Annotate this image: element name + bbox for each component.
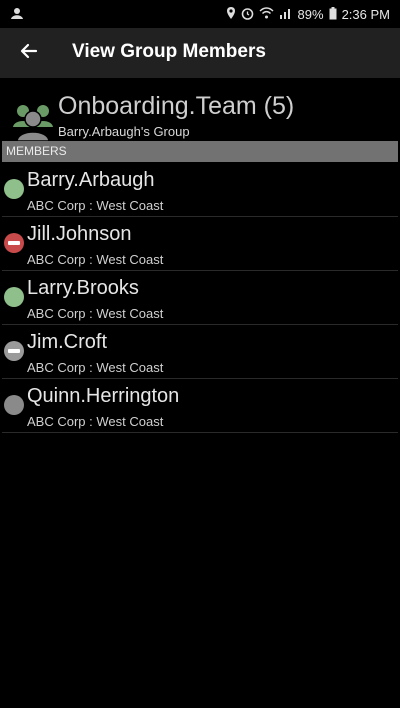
section-label: MEMBERS [6,144,67,158]
member-row[interactable]: Larry.Brooks ABC Corp : West Coast [2,271,398,325]
offline-icon [4,395,24,415]
member-org: ABC Corp : West Coast [27,252,164,267]
back-button[interactable] [14,38,44,68]
clock: 2:36 PM [341,7,390,22]
member-row[interactable]: Jill.Johnson ABC Corp : West Coast [2,217,398,271]
battery-percent: 89% [297,7,324,22]
status-indicators: 89% 2:36 PM [226,6,390,23]
member-name: Jill.Johnson [27,223,132,245]
member-org: ABC Corp : West Coast [27,414,164,429]
member-name: Quinn.Herrington [27,385,180,407]
online-icon [4,287,24,307]
member-name: Jim.Croft [27,331,107,353]
back-arrow-icon [20,42,38,65]
member-name: Barry.Arbaugh [27,169,155,191]
battery-icon [329,6,337,23]
group-owner: Barry.Arbaugh's Group [58,124,190,139]
alarm-icon [241,7,254,23]
members-section-header: MEMBERS [2,141,398,162]
member-org: ABC Corp : West Coast [27,360,164,375]
member-row[interactable]: Barry.Arbaugh ABC Corp : West Coast [2,163,398,217]
app-bar: View Group Members [0,28,400,78]
notification-icon [10,6,24,23]
status-bar: 89% 2:36 PM [0,0,400,28]
group-avatar-icon [12,103,54,142]
page-title: View Group Members [72,41,266,62]
online-icon [4,179,24,199]
member-list: Barry.Arbaugh ABC Corp : West Coast Jill… [0,163,400,433]
member-org: ABC Corp : West Coast [27,306,164,321]
wifi-icon [259,7,274,22]
member-name: Larry.Brooks [27,277,139,299]
location-icon [226,6,236,23]
group-name: Onboarding.Team (5) [58,92,295,120]
member-row[interactable]: Quinn.Herrington ABC Corp : West Coast [2,379,398,433]
busy-icon [4,233,24,253]
member-org: ABC Corp : West Coast [27,198,164,213]
signal-icon [279,7,293,22]
member-row[interactable]: Jim.Croft ABC Corp : West Coast [2,325,398,379]
away-icon [4,341,24,361]
